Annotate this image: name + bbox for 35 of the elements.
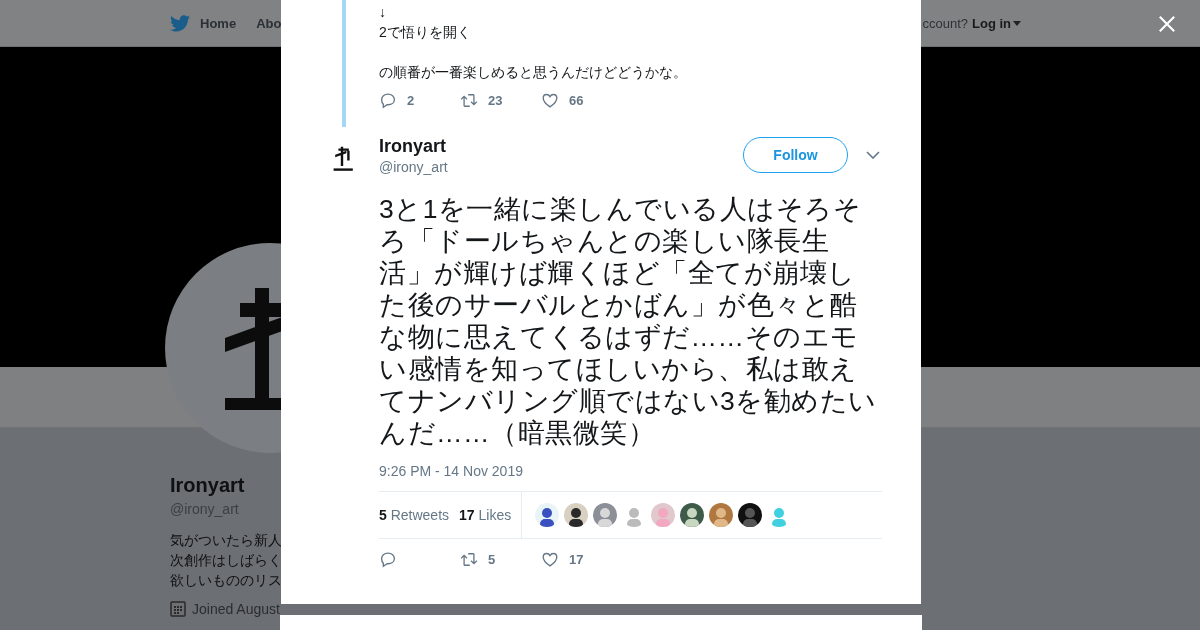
bird-icon bbox=[170, 14, 190, 32]
retweet-count: 23 bbox=[488, 93, 503, 108]
tweet-text: 3と1を一緒に楽しんでいる人はそろそろ「ドールちゃんとの楽しい隊長生活」が輝けば輝くほど「全てが崩壊した後のサーバルとかばん」が色々と酷な物に思えてくるはずだ……そのエモい感情を知ってほしいから、私は敢えてナンバリング順ではない3を勧めたいんだ……（暗黒微笑） bbox=[379, 193, 878, 449]
follow-button[interactable]: Follow bbox=[743, 137, 848, 173]
tweet-line: の順番が一番楽しめると思うんだけどどうかな。 bbox=[379, 63, 687, 82]
nav-link[interactable]: Home bbox=[200, 15, 237, 31]
reply-icon[interactable] bbox=[379, 92, 397, 109]
like-count: 66 bbox=[569, 93, 584, 108]
bio-line: 欲しいもののリス bbox=[170, 572, 282, 590]
bio-line: 気がついたら新人 bbox=[170, 532, 282, 550]
tweet-line: 2で悟りを開く bbox=[379, 23, 472, 42]
joined-date: Joined August bbox=[192, 601, 280, 617]
user-handle[interactable]: @irony_art bbox=[379, 159, 743, 175]
profile-name: Ironyart bbox=[170, 474, 245, 497]
account-prompt: ccount? bbox=[922, 15, 968, 31]
bio-line: 次創作はしばらく bbox=[170, 552, 282, 570]
close-icon[interactable] bbox=[1158, 15, 1176, 33]
tweet-line: ↓ bbox=[379, 3, 387, 22]
heart-icon[interactable] bbox=[541, 92, 559, 109]
caret-icon[interactable] bbox=[1013, 20, 1021, 26]
reply-icon[interactable] bbox=[379, 551, 397, 568]
retweet-icon[interactable] bbox=[460, 551, 478, 568]
heart-icon[interactable] bbox=[541, 551, 559, 568]
chevron-icon[interactable] bbox=[866, 151, 880, 159]
reply-count: 2 bbox=[407, 93, 415, 108]
tweet-time: 9:26 PM - 14 Nov 2019 bbox=[379, 463, 524, 479]
retweet-icon[interactable] bbox=[460, 92, 478, 109]
like-stat[interactable]: 17 Likes bbox=[459, 507, 512, 523]
nav-link[interactable]: Abo bbox=[256, 15, 282, 31]
login-link[interactable]: Log in bbox=[972, 15, 1021, 31]
calendar-icon bbox=[170, 601, 186, 617]
like-count: 17 bbox=[569, 552, 584, 567]
user-name[interactable]: Ironyart bbox=[379, 136, 743, 156]
retweet-stat[interactable]: 5 Retweets bbox=[379, 507, 450, 523]
retweet-count: 5 bbox=[488, 552, 496, 567]
